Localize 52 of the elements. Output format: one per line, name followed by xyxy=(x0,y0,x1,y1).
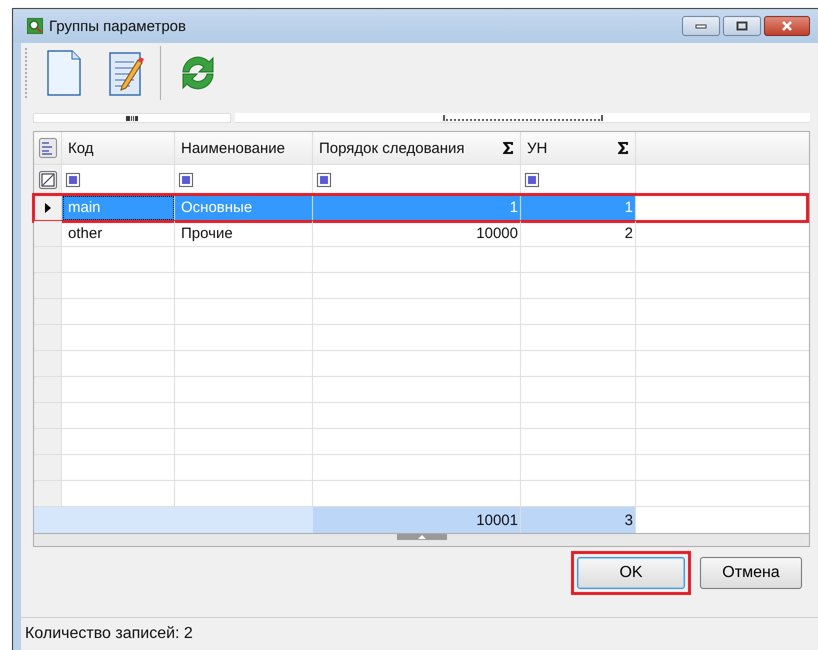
band-marker-icon xyxy=(442,115,602,121)
total-cell: 10001 xyxy=(313,507,521,533)
band-grip-icon xyxy=(126,116,138,121)
row-indicator xyxy=(34,429,62,455)
row-indicator xyxy=(34,247,62,273)
table-cell: 1 xyxy=(313,195,521,221)
filter-checkbox[interactable] xyxy=(317,172,331,186)
column-header[interactable]: УН xyxy=(521,132,636,165)
up-arrow-icon xyxy=(418,535,426,539)
band-header[interactable] xyxy=(33,113,231,123)
cancel-button[interactable]: Отмена xyxy=(700,557,802,589)
row-indicator xyxy=(34,377,62,403)
row-indicator xyxy=(34,351,62,377)
table-cell: Основные xyxy=(175,195,313,221)
row-indicator xyxy=(34,299,62,325)
table-cell: 10000 xyxy=(313,221,521,247)
maximize-button[interactable] xyxy=(723,16,761,36)
row-indicator xyxy=(34,455,62,481)
column-header[interactable]: Наименование xyxy=(175,132,313,165)
minimize-button[interactable] xyxy=(682,16,720,36)
table-cell: main xyxy=(62,195,175,221)
maximize-icon xyxy=(736,21,748,31)
filter-checkbox[interactable] xyxy=(179,172,193,186)
table-cell: other xyxy=(62,221,175,247)
minimize-icon xyxy=(695,23,707,29)
sum-icon xyxy=(617,141,629,155)
current-row-icon xyxy=(44,202,50,212)
sum-icon xyxy=(502,141,514,155)
table-cell: Прочие xyxy=(175,221,313,247)
magnifier-icon xyxy=(27,18,43,34)
row-indicator xyxy=(34,273,62,299)
window-title: Группы параметров xyxy=(49,18,186,34)
table-cell: 1 xyxy=(521,195,636,221)
row-indicator xyxy=(34,325,62,351)
ok-button[interactable]: OK xyxy=(577,557,685,589)
row-indicator xyxy=(34,481,62,507)
clear-filter-icon xyxy=(38,170,56,188)
column-chooser-icon xyxy=(38,138,56,158)
filter-checkbox[interactable] xyxy=(66,172,80,186)
clear-filter-button[interactable] xyxy=(34,165,62,195)
row-indicator xyxy=(34,403,62,429)
close-button[interactable] xyxy=(764,16,810,36)
column-header[interactable]: Код xyxy=(62,132,175,165)
close-icon xyxy=(781,21,793,31)
total-cell: 3 xyxy=(521,507,636,533)
band-header[interactable] xyxy=(235,113,810,123)
column-chooser-button[interactable] xyxy=(34,132,62,165)
column-header[interactable]: Порядок следования xyxy=(313,132,521,165)
splitter-handle[interactable] xyxy=(396,534,446,540)
status-text: Количество записей: 2 xyxy=(25,625,193,643)
filter-checkbox[interactable] xyxy=(525,172,539,186)
table-cell: 2 xyxy=(521,221,636,247)
